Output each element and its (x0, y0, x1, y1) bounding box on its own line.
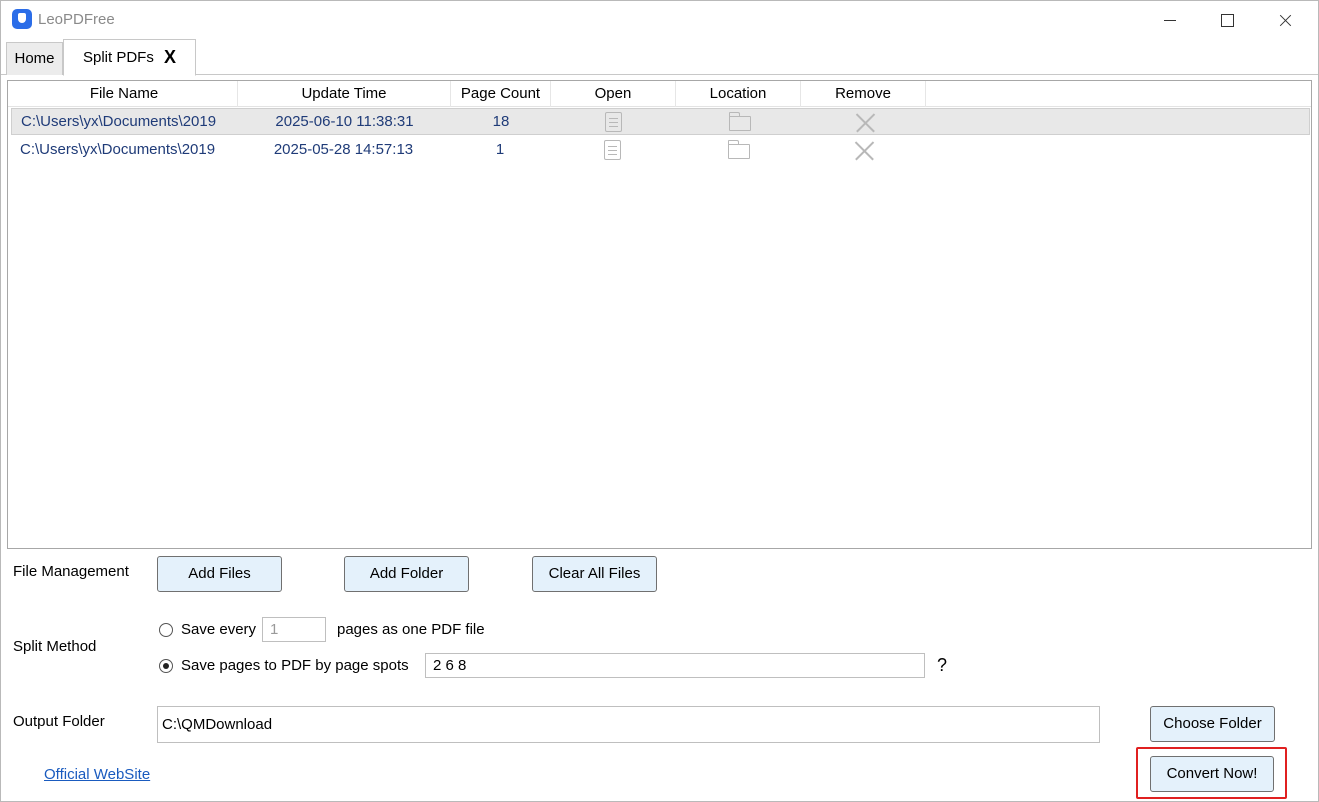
folder-icon[interactable] (728, 140, 750, 159)
column-header-update-time[interactable]: Update Time (238, 81, 451, 107)
open-file-icon[interactable] (604, 140, 621, 160)
column-header-open[interactable]: Open (551, 81, 676, 107)
folder-icon[interactable] (729, 112, 751, 131)
app-logo-icon (12, 9, 32, 29)
add-files-button[interactable]: Add Files (157, 556, 282, 592)
tab-home[interactable]: Home (6, 42, 63, 75)
column-header-file-name[interactable]: File Name (11, 81, 238, 107)
output-folder-input[interactable]: C:\QMDownload (157, 706, 1100, 743)
add-folder-button[interactable]: Add Folder (344, 556, 469, 592)
grid-header: File Name Update Time Page Count Open Lo… (8, 81, 1311, 107)
table-row[interactable]: C:\Users\yx\Documents\2019 2025-06-10 11… (11, 108, 1310, 135)
convert-now-button[interactable]: Convert Now! (1150, 756, 1274, 792)
pages-as-one-pdf-label: pages as one PDF file (337, 621, 485, 638)
cell-update-time: 2025-06-10 11:38:31 (275, 113, 414, 130)
column-header-location[interactable]: Location (676, 81, 801, 107)
window-close-icon[interactable] (1263, 5, 1307, 35)
column-header-page-count[interactable]: Page Count (451, 81, 551, 107)
open-file-icon[interactable] (605, 112, 622, 132)
file-grid[interactable]: File Name Update Time Page Count Open Lo… (7, 80, 1312, 549)
tab-split-pdfs-label: Split PDFs (83, 49, 154, 66)
help-icon[interactable]: ? (937, 655, 947, 676)
official-website-link[interactable]: Official WebSite (44, 766, 150, 783)
page-spots-input[interactable]: 2 6 8 (425, 653, 925, 678)
remove-icon[interactable] (855, 112, 875, 132)
cell-page-count: 18 (492, 113, 510, 130)
column-header-remove[interactable]: Remove (801, 81, 926, 107)
cell-page-count: 1 (495, 141, 505, 158)
output-folder-label: Output Folder (13, 713, 105, 730)
app-window: LeoPDFree Home Split PDFs X File Name Up… (0, 0, 1319, 802)
clear-all-files-button[interactable]: Clear All Files (532, 556, 657, 592)
cell-file-name: C:\Users\yx\Documents\2019 (21, 113, 217, 130)
pages-per-file-input[interactable]: 1 (262, 617, 326, 642)
choose-folder-button[interactable]: Choose Folder (1150, 706, 1275, 742)
page-spots-radio[interactable] (159, 659, 173, 673)
maximize-icon[interactable] (1205, 5, 1249, 35)
tab-close-icon[interactable]: X (164, 47, 176, 68)
save-every-radio[interactable] (159, 623, 173, 637)
split-method-label: Split Method (13, 638, 97, 655)
app-title: LeoPDFree (38, 11, 115, 28)
page-spots-label: Save pages to PDF by page spots (181, 657, 409, 674)
cell-update-time: 2025-05-28 14:57:13 (273, 141, 414, 158)
tab-split-pdfs[interactable]: Split PDFs X (63, 39, 196, 76)
table-row[interactable]: C:\Users\yx\Documents\2019 2025-05-28 14… (11, 137, 1310, 164)
tab-bar: Home Split PDFs X (1, 39, 1318, 76)
file-management-label: File Management (13, 563, 129, 580)
save-every-label: Save every (181, 621, 257, 638)
remove-icon[interactable] (854, 140, 874, 160)
minimize-icon[interactable] (1148, 5, 1192, 35)
cell-file-name: C:\Users\yx\Documents\2019 (20, 141, 216, 158)
title-bar: LeoPDFree (1, 1, 1318, 39)
